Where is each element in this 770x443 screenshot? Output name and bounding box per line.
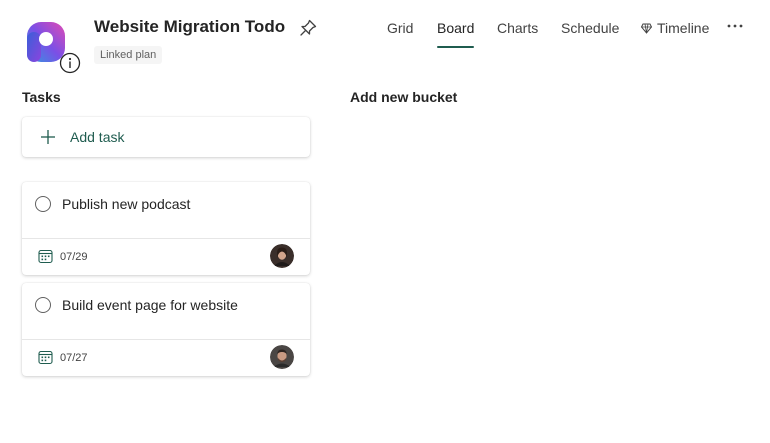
- card-divider: [22, 339, 310, 340]
- avatar[interactable]: [270, 244, 294, 268]
- task-due-date: 07/29: [60, 251, 88, 263]
- timeline-diamond-icon: [641, 23, 652, 34]
- calendar-icon: [38, 249, 53, 264]
- tab-schedule[interactable]: Schedule: [561, 20, 619, 36]
- plan-title: Website Migration Todo: [94, 17, 286, 36]
- checkbox-circle-icon[interactable]: [35, 297, 51, 313]
- pin-icon[interactable]: [298, 18, 318, 38]
- active-tab-indicator: [437, 46, 474, 48]
- plus-icon: [41, 130, 55, 144]
- task-card[interactable]: Build event page for website 07/27: [22, 283, 310, 376]
- task-title: Build event page for website: [62, 297, 238, 313]
- tab-timeline[interactable]: Timeline: [641, 20, 709, 36]
- add-task-label: Add task: [70, 129, 125, 145]
- add-bucket-button[interactable]: Add new bucket: [350, 89, 457, 105]
- task-title: Publish new podcast: [62, 196, 191, 212]
- checkbox-circle-icon[interactable]: [35, 196, 51, 212]
- avatar[interactable]: [270, 345, 294, 369]
- tab-charts[interactable]: Charts: [497, 20, 538, 36]
- task-due-date: 07/27: [60, 352, 88, 364]
- task-card[interactable]: Publish new podcast 07/29: [22, 182, 310, 275]
- linked-plan-badge[interactable]: Linked plan: [94, 46, 163, 64]
- add-task-button[interactable]: Add task: [22, 117, 310, 157]
- tab-board[interactable]: Board: [437, 20, 474, 36]
- card-divider: [22, 238, 310, 239]
- more-icon[interactable]: [725, 18, 745, 34]
- tab-timeline-label: Timeline: [657, 20, 710, 36]
- tab-grid[interactable]: Grid: [387, 20, 413, 36]
- bucket-title: Tasks: [22, 89, 61, 105]
- calendar-icon: [38, 350, 53, 365]
- info-icon[interactable]: [59, 52, 81, 74]
